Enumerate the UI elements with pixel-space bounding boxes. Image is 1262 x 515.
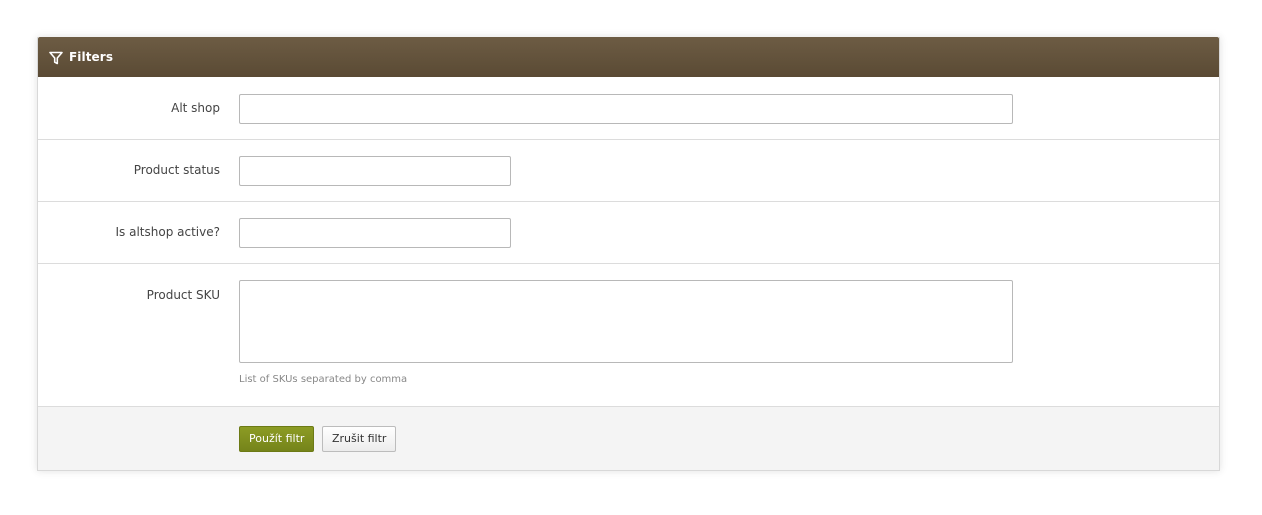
filter-actions: Použít filtr Zrušit filtr <box>38 407 1219 470</box>
altshop-active-label: Is altshop active? <box>115 225 220 239</box>
alt-shop-input[interactable] <box>239 94 1013 124</box>
cancel-filter-button[interactable]: Zrušit filtr <box>322 426 397 452</box>
product-sku-help-text: List of SKUs separated by comma <box>239 374 408 385</box>
product-sku-row: Product SKU List of SKUs separated by co… <box>38 264 1219 407</box>
alt-shop-row: Alt shop <box>38 77 1219 140</box>
product-status-row: Product status <box>38 140 1219 202</box>
filter-icon <box>49 50 63 65</box>
panel-title: Filters <box>69 50 114 64</box>
product-sku-textarea[interactable] <box>239 280 1013 363</box>
product-status-input[interactable] <box>239 156 511 186</box>
altshop-active-input[interactable] <box>239 218 511 248</box>
apply-filter-button[interactable]: Použít filtr <box>239 426 315 452</box>
altshop-active-row: Is altshop active? <box>38 202 1219 264</box>
alt-shop-label: Alt shop <box>171 101 220 115</box>
product-status-label: Product status <box>133 163 220 177</box>
product-sku-label: Product SKU <box>146 288 220 302</box>
filters-panel: Filters Alt shop Product status Is altsh… <box>37 37 1220 471</box>
filters-panel-header: Filters <box>38 37 1219 77</box>
